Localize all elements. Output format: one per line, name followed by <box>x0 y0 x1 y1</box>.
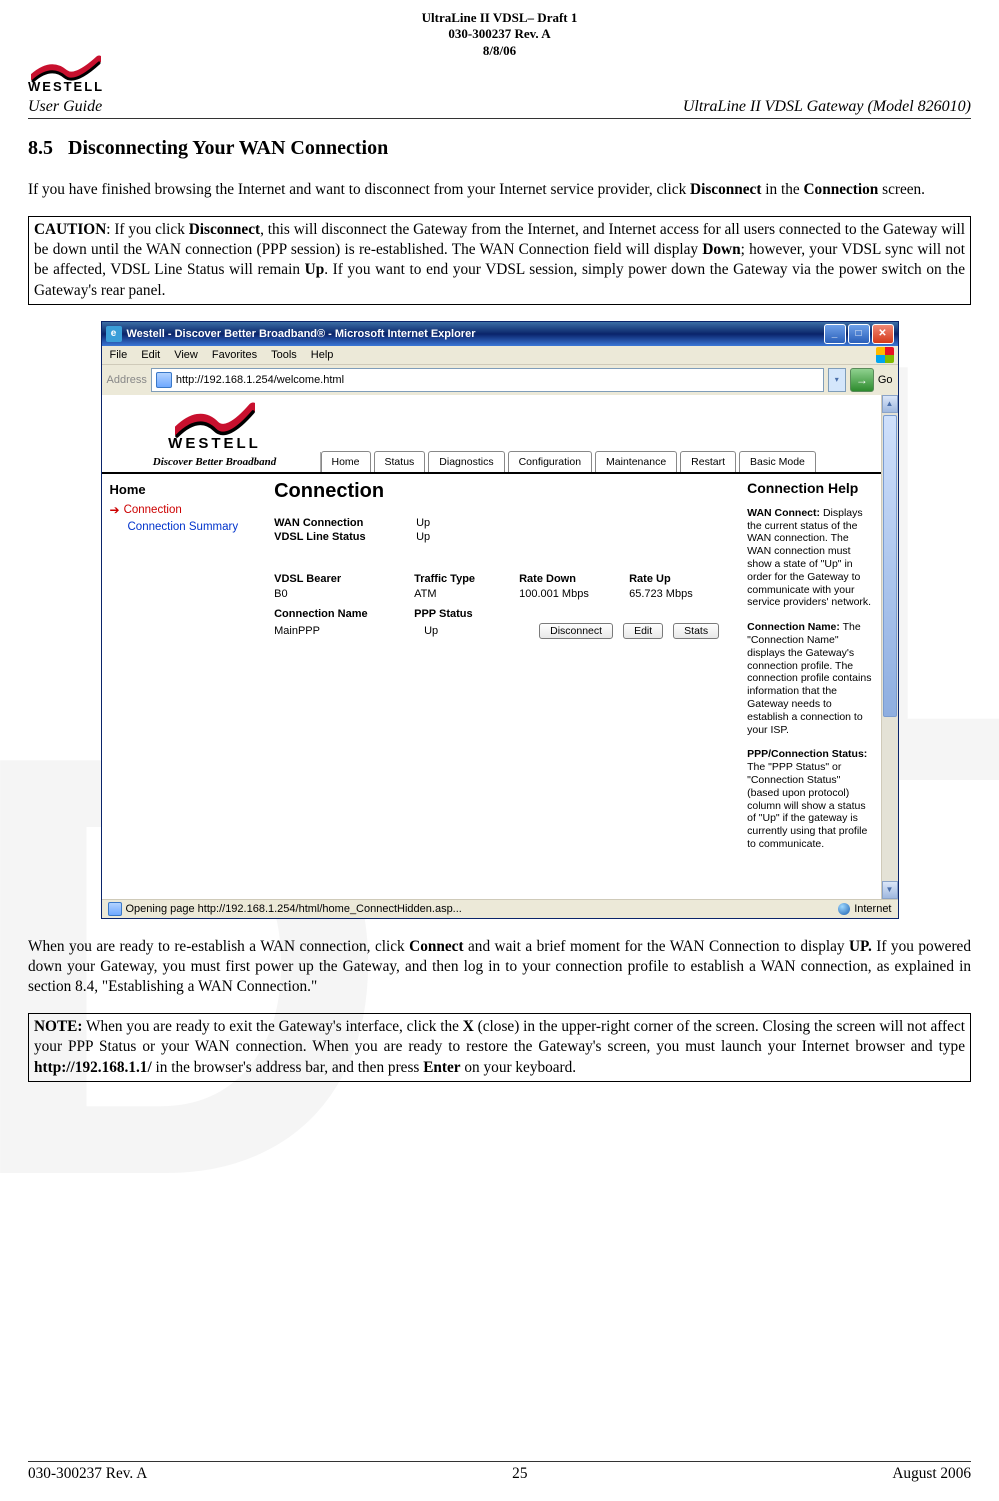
nav-tabs: Home Status Diagnostics Configuration Ma… <box>321 451 816 472</box>
ie-app-icon: e <box>106 326 122 342</box>
address-label: Address <box>107 374 147 386</box>
stats-button[interactable]: Stats <box>673 623 719 639</box>
tab-configuration[interactable]: Configuration <box>508 451 592 472</box>
page-footer: 030-300237 Rev. A 25 August 2006 <box>28 1461 971 1483</box>
arrow-right-icon: ➔ <box>110 503 120 517</box>
scroll-down-button[interactable]: ▼ <box>882 881 898 899</box>
td-bearer: B0 <box>274 588 414 600</box>
footer-right: August 2006 <box>892 1465 971 1483</box>
td-conn-name: MainPPP <box>274 625 414 637</box>
tab-basic-mode[interactable]: Basic Mode <box>739 451 816 472</box>
th-traffic: Traffic Type <box>414 573 519 585</box>
address-dropdown[interactable]: ▾ <box>828 368 846 392</box>
swoosh-icon <box>31 53 101 83</box>
th-bearer: VDSL Bearer <box>274 573 414 585</box>
kv-wan-label: WAN Connection <box>274 517 394 529</box>
scroll-up-button[interactable]: ▲ <box>882 395 898 413</box>
titlebar[interactable]: e Westell - Discover Better Broadband® -… <box>102 322 898 346</box>
user-guide-label: User Guide <box>28 98 102 116</box>
help-title: Connection Help <box>747 480 874 497</box>
vertical-scrollbar[interactable]: ▲ ▼ <box>881 395 898 899</box>
header-line1: UltraLine II VDSL– Draft 1 <box>28 10 971 26</box>
td-traffic: ATM <box>414 588 519 600</box>
sidenav-sub[interactable]: Connection Summary <box>128 521 259 533</box>
westell-logo: WESTELL <box>28 53 104 94</box>
tab-maintenance[interactable]: Maintenance <box>595 451 677 472</box>
menubar: File Edit View Favorites Tools Help <box>102 346 898 364</box>
go-label: Go <box>878 374 893 386</box>
address-value: http://192.168.1.254/welcome.html <box>176 374 344 386</box>
minimize-button[interactable]: _ <box>824 324 846 344</box>
th-rate-down: Rate Down <box>519 573 629 585</box>
main-panel: Connection WAN Connection Up VDSL Line St… <box>266 474 737 869</box>
th-ppp-status: PPP Status <box>414 608 519 620</box>
th-conn-name: Connection Name <box>274 608 414 620</box>
window-title: Westell - Discover Better Broadband® - M… <box>127 328 476 340</box>
footer-page: 25 <box>512 1465 527 1483</box>
kv-vdsl-label: VDSL Line Status <box>274 531 394 543</box>
windows-flag-icon <box>876 347 894 363</box>
kv-wan-value: Up <box>416 517 430 529</box>
tab-restart[interactable]: Restart <box>680 451 736 472</box>
page-icon <box>108 902 122 916</box>
menu-favorites[interactable]: Favorites <box>212 349 257 361</box>
internet-zone-icon <box>838 903 850 915</box>
menu-file[interactable]: File <box>110 349 128 361</box>
caution-box: CAUTION: If you click Disconnect, this w… <box>28 216 971 305</box>
zone-label: Internet <box>854 903 891 915</box>
reconnect-paragraph: When you are ready to re-establish a WAN… <box>28 937 971 998</box>
intro-paragraph: If you have finished browsing the Intern… <box>28 180 971 200</box>
side-nav: Home ➔ Connection Connection Summary <box>102 474 267 869</box>
th-rate-up: Rate Up <box>629 573 729 585</box>
status-bar: Opening page http://192.168.1.254/html/h… <box>102 899 898 918</box>
menu-view[interactable]: View <box>174 349 198 361</box>
swoosh-icon <box>175 401 255 439</box>
menu-tools[interactable]: Tools <box>271 349 297 361</box>
address-bar: Address http://192.168.1.254/welcome.htm… <box>102 364 898 395</box>
kv-vdsl-value: Up <box>416 531 430 543</box>
footer-left: 030-300237 Rev. A <box>28 1465 147 1483</box>
sidenav-current[interactable]: ➔ Connection <box>110 503 259 517</box>
model-label: UltraLine II VDSL Gateway (Model 826010) <box>683 98 971 116</box>
menu-help[interactable]: Help <box>311 349 334 361</box>
td-rate-down: 100.001 Mbps <box>519 588 629 600</box>
help-panel: Connection Help WAN Connect: Displays th… <box>737 474 880 869</box>
maximize-button[interactable]: □ <box>848 324 870 344</box>
header-line2: 030-300237 Rev. A <box>28 26 971 42</box>
browser-window: e Westell - Discover Better Broadband® -… <box>101 321 899 919</box>
go-button[interactable]: → <box>850 368 874 392</box>
panel-title: Connection <box>274 480 729 503</box>
tab-diagnostics[interactable]: Diagnostics <box>428 451 504 472</box>
page-icon <box>156 372 172 388</box>
tab-status[interactable]: Status <box>374 451 426 472</box>
address-input[interactable]: http://192.168.1.254/welcome.html <box>151 368 824 392</box>
td-ppp-status: Up <box>424 625 529 637</box>
scroll-thumb[interactable] <box>883 415 897 717</box>
section-heading: 8.5 Disconnecting Your WAN Connection <box>28 137 971 160</box>
disconnect-button[interactable]: Disconnect <box>539 623 613 639</box>
status-text: Opening page http://192.168.1.254/html/h… <box>126 903 462 915</box>
sidenav-heading: Home <box>110 482 259 497</box>
tagline: Discover Better Broadband <box>110 452 321 472</box>
tab-home[interactable]: Home <box>321 451 371 472</box>
close-button[interactable]: ✕ <box>872 324 894 344</box>
banner-logo: WESTELL <box>110 401 320 452</box>
note-box: NOTE: When you are ready to exit the Gat… <box>28 1013 971 1082</box>
td-rate-up: 65.723 Mbps <box>629 588 729 600</box>
doc-header: UltraLine II VDSL– Draft 1 030-300237 Re… <box>28 10 971 59</box>
edit-button[interactable]: Edit <box>623 623 663 639</box>
menu-edit[interactable]: Edit <box>141 349 160 361</box>
